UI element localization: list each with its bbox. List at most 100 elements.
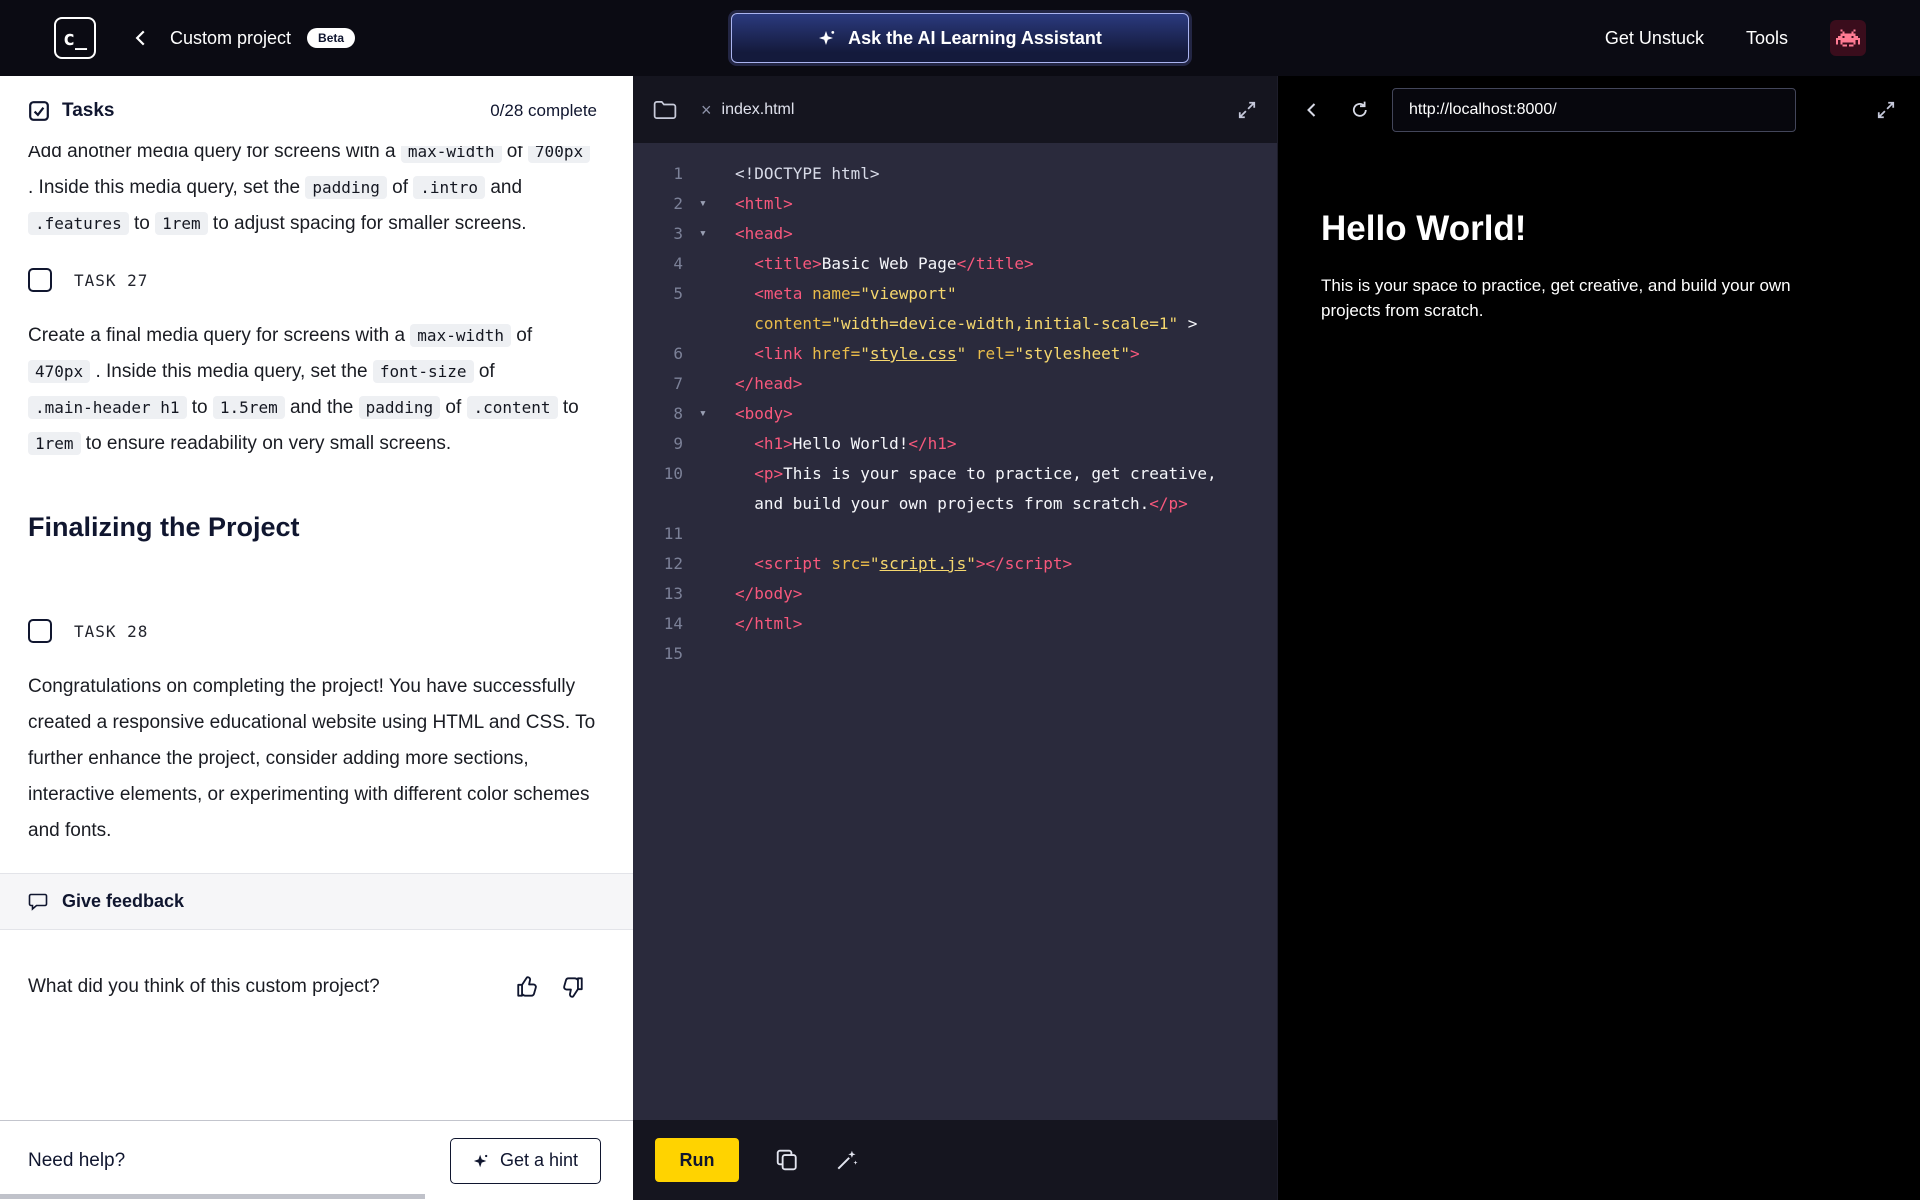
code-line: <body>	[735, 399, 1277, 429]
code-token: ></script>	[975, 554, 1073, 573]
tools-link[interactable]: Tools	[1746, 28, 1788, 49]
inline-code-chip: .main-header h1	[28, 396, 187, 419]
code-editor-area[interactable]: 1 <!DOCTYPE html> 2 ▾ <html> 3 ▾ <head> 4 <title…	[633, 143, 1277, 1120]
preview-back-button[interactable]	[1302, 100, 1322, 120]
code-token: <p>	[754, 464, 784, 483]
paragraph-text: and	[485, 177, 523, 198]
paragraph-text: . Inside this media query, set the	[90, 361, 373, 382]
task-27-checkbox[interactable]	[28, 268, 52, 292]
user-avatar[interactable]	[1830, 20, 1866, 56]
run-button[interactable]: Run	[655, 1138, 739, 1182]
task-28-row: TASK 28	[28, 619, 597, 643]
back-button[interactable]	[130, 27, 152, 49]
fold-gutter	[683, 369, 735, 399]
tab-index-html[interactable]: × index.html	[701, 101, 794, 119]
editor-expand-button[interactable]	[1237, 100, 1257, 120]
thumbs-up-icon	[517, 976, 537, 997]
code-token: <script	[754, 554, 822, 573]
chevron-left-icon	[135, 30, 145, 46]
give-feedback-button[interactable]: Give feedback	[0, 873, 633, 930]
code-token: Basic Web Page	[821, 254, 957, 273]
tab-close-icon[interactable]: ×	[701, 101, 712, 119]
code-token: </p>	[1149, 494, 1188, 513]
fold-gutter	[683, 309, 735, 339]
code-row: 6 <link href="style.css" rel="stylesheet…	[633, 339, 1277, 369]
ai-assistant-button[interactable]: Ask the AI Learning Assistant	[731, 13, 1189, 63]
file-tree-button[interactable]	[653, 100, 677, 120]
url-input[interactable]: http://localhost:8000/	[1392, 87, 1796, 132]
paragraph-text: of	[511, 325, 533, 346]
paragraph-text: of	[473, 361, 495, 382]
code-token: </body>	[735, 584, 803, 603]
editor-bottom-bar: Run	[633, 1120, 1277, 1200]
line-number: 13	[663, 584, 683, 603]
paragraph-text: to	[557, 397, 579, 418]
fold-gutter	[683, 549, 735, 579]
line-number: 10	[663, 464, 683, 483]
code-row: 14 </html>	[633, 609, 1277, 639]
code-row: 13 </body>	[633, 579, 1277, 609]
code-token: <body>	[735, 404, 793, 423]
app-window: c_ Custom project Beta Ask the AI Learni…	[0, 0, 1920, 1200]
code-row: 11	[633, 519, 1277, 549]
preview-toolbar: http://localhost:8000/	[1278, 76, 1920, 143]
preview-refresh-button[interactable]	[1350, 100, 1370, 120]
thumbs-down-button[interactable]	[559, 974, 585, 1000]
fold-gutter	[683, 249, 735, 279]
format-code-button[interactable]	[835, 1148, 859, 1172]
code-row: 1 <!DOCTYPE html>	[633, 159, 1277, 189]
code-line: <link href="style.css" rel="stylesheet">	[735, 339, 1277, 369]
thumbs-up-button[interactable]	[515, 974, 541, 1000]
give-feedback-label: Give feedback	[62, 891, 185, 911]
fold-arrow-icon[interactable]: ▾	[683, 189, 735, 219]
paragraph-text: Add another media query for screens with…	[28, 146, 401, 162]
code-token: "	[860, 344, 870, 363]
paragraph-text: Congratulations on completing the projec…	[28, 676, 596, 841]
code-line: <script src="script.js"></script>	[735, 549, 1277, 579]
fold-arrow-icon[interactable]: ▾	[683, 219, 735, 249]
tasks-scroll-area[interactable]: Add another media query for screens with…	[0, 146, 633, 1120]
code-row: content="width=device-width,initial-scal…	[633, 309, 1277, 339]
code-token: "	[956, 344, 967, 363]
code-line: <html>	[735, 189, 1277, 219]
fold-gutter	[683, 609, 735, 639]
code-token: </head>	[735, 374, 803, 393]
code-token: This is your space to practice, get crea…	[783, 464, 1217, 483]
code-row: 15	[633, 639, 1277, 669]
inline-code-chip: 470px	[28, 360, 91, 383]
paragraph-text: of	[440, 397, 467, 418]
line-number: 12	[663, 554, 683, 573]
get-a-hint-button[interactable]: Get a hint	[449, 1137, 601, 1184]
code-line: and build your own projects from scratch…	[735, 489, 1277, 519]
code-line: </html>	[735, 609, 1277, 639]
task-28-checkbox[interactable]	[28, 619, 52, 643]
fold-gutter	[683, 489, 735, 519]
codecademy-logo[interactable]: c_	[54, 17, 96, 59]
code-token: script.js	[879, 554, 967, 573]
pixel-avatar-icon	[1836, 29, 1860, 47]
preview-heading: Hello World!	[1321, 209, 1527, 248]
fold-gutter	[683, 579, 735, 609]
copy-code-button[interactable]	[775, 1148, 799, 1172]
fold-arrow-icon[interactable]: ▾	[683, 399, 735, 429]
paragraph-text: to ensure readability on very small scre…	[80, 433, 452, 454]
line-number: 14	[663, 614, 683, 633]
preview-expand-button[interactable]	[1876, 100, 1896, 120]
sparkle-icon	[819, 31, 835, 45]
inline-code-chip: max-width	[400, 146, 502, 163]
paragraph-text: of	[501, 146, 528, 162]
get-unstuck-link[interactable]: Get Unstuck	[1605, 28, 1704, 49]
ai-assistant-label: Ask the AI Learning Assistant	[848, 27, 1102, 48]
horizontal-scrollbar-thumb[interactable]	[0, 1194, 425, 1199]
section-heading: Finalizing the Project	[28, 512, 300, 542]
code-row: 5 <meta name="viewport"	[633, 279, 1277, 309]
tasks-panel-header: Tasks 0/28 complete	[0, 76, 633, 146]
